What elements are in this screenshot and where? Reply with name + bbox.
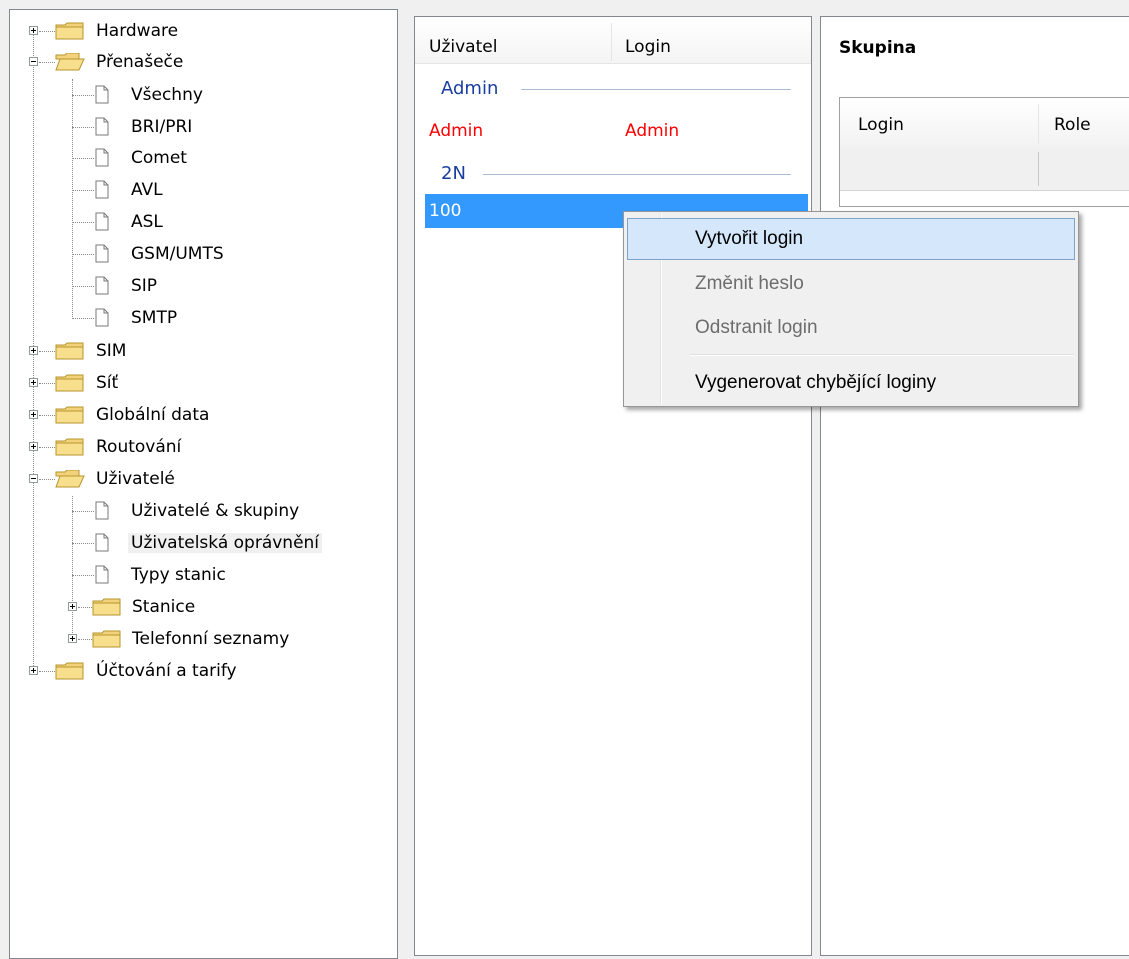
group-login-table[interactable]: Login Role <box>839 97 1129 207</box>
group-header-admin[interactable]: Admin <box>441 78 498 99</box>
tree-item-label: SMTP <box>131 308 178 328</box>
group-divider <box>521 89 791 90</box>
tree-item-sim[interactable]: SIM <box>10 338 390 369</box>
user-login: Admin <box>625 121 680 141</box>
tree-item-label: Uživatelé <box>96 469 175 489</box>
expand-plus-icon[interactable] <box>29 442 38 451</box>
tree-item-smtp[interactable]: SMTP <box>10 305 390 336</box>
expand-plus-icon[interactable] <box>29 26 38 35</box>
folder-icon <box>55 374 84 392</box>
tree-item-hardware[interactable]: Hardware <box>10 18 390 49</box>
tree-item-label: Globální data <box>96 405 210 425</box>
folder-open-icon <box>55 53 85 71</box>
group-table-header: Login Role <box>840 98 1129 149</box>
tree-item-label: Typy stanic <box>131 565 226 585</box>
page-icon <box>95 117 109 136</box>
group-header-2n[interactable]: 2N <box>441 163 466 184</box>
tree-item-label: Přenašeče <box>96 52 184 72</box>
page-icon <box>95 212 109 231</box>
menu-item-vygenerovat-chybejici-loginy[interactable]: Vygenerovat chybějící loginy <box>627 362 1075 404</box>
tree-item-stanice[interactable]: Stanice <box>10 594 390 625</box>
tree-item-routovani[interactable]: Routování <box>10 434 390 465</box>
expand-plus-icon[interactable] <box>29 666 38 675</box>
expand-plus-icon[interactable] <box>29 378 38 387</box>
page-icon <box>95 180 109 199</box>
tree-item-label: SIP <box>131 276 158 296</box>
menu-separator <box>690 354 1074 356</box>
page-icon <box>95 565 109 584</box>
tree-item-telefonni-seznamy[interactable]: Telefonní seznamy <box>10 626 390 657</box>
folder-icon <box>55 438 84 456</box>
tree-item-label: Uživatelé & skupiny <box>131 501 300 521</box>
tree-item-label: Hardware <box>96 21 179 41</box>
tree-item-sip[interactable]: SIP <box>10 273 390 304</box>
column-header-login[interactable]: Login <box>611 17 811 63</box>
tree-item-label: SIM <box>96 341 127 361</box>
menu-item-vytvorit-login[interactable]: Vytvořit login <box>627 218 1075 260</box>
tree-item-uctovani-a-tarify[interactable]: Účtování a tarify <box>10 658 390 689</box>
folder-open-icon <box>55 470 85 488</box>
expand-plus-icon[interactable] <box>29 346 38 355</box>
navigation-tree[interactable]: Hardware Přenašeče Všechny BRI/PRI Comet… <box>9 9 398 959</box>
tree-item-gsm-umts[interactable]: GSM/UMTS <box>10 241 390 272</box>
column-header-login[interactable]: Login <box>858 115 904 135</box>
user-name: Admin <box>429 121 484 141</box>
tree-item-label: GSM/UMTS <box>131 244 224 264</box>
menu-item-odstranit-login[interactable]: Odstranit login <box>627 307 1075 349</box>
tree-item-vsechny[interactable]: Všechny <box>10 82 390 113</box>
tree-item-uzivatele[interactable]: Uživatelé <box>10 466 390 497</box>
folder-icon <box>55 662 84 680</box>
tree-item-uzivatele-skupiny[interactable]: Uživatelé & skupiny <box>10 498 390 529</box>
group-panel-title: Skupina <box>839 38 917 58</box>
tree-item-comet[interactable]: Comet <box>10 145 390 176</box>
expand-plus-icon[interactable] <box>68 634 77 643</box>
tree-item-asl[interactable]: ASL <box>10 209 390 240</box>
tree-item-sit[interactable]: Síť <box>10 370 390 401</box>
user-name: 100 <box>429 201 462 221</box>
expand-plus-icon[interactable] <box>29 410 38 419</box>
tree-item-label: Routování <box>96 437 182 457</box>
page-icon <box>95 501 109 520</box>
tree-item-bri-pri[interactable]: BRI/PRI <box>10 114 390 145</box>
column-header-uzivatel[interactable]: Uživatel <box>415 17 611 63</box>
tree-item-globalni-data[interactable]: Globální data <box>10 402 390 433</box>
group-divider <box>483 174 791 175</box>
page-icon <box>95 533 109 552</box>
expand-plus-icon[interactable] <box>68 602 77 611</box>
folder-icon <box>55 342 84 360</box>
folder-icon <box>55 406 84 424</box>
tree-item-label: Comet <box>131 148 187 168</box>
page-icon <box>95 244 109 263</box>
tree-item-label: BRI/PRI <box>131 117 193 137</box>
group-panel: Skupina Login Role <box>820 16 1129 956</box>
tree-item-typy-stanic[interactable]: Typy stanic <box>10 562 390 593</box>
folder-icon <box>55 22 84 40</box>
tree-item-label: Síť <box>96 373 119 393</box>
page-icon <box>95 276 109 295</box>
tree-item-avl[interactable]: AVL <box>10 177 390 208</box>
tree-item-label: Stanice <box>132 597 196 617</box>
menu-item-zmenit-heslo[interactable]: Změnit heslo <box>627 263 1075 305</box>
tree-item-prenasece[interactable]: Přenašeče <box>10 49 390 80</box>
tree-item-label: AVL <box>131 180 163 200</box>
table-row[interactable] <box>840 148 1129 191</box>
users-list[interactable]: Uživatel Login Admin Admin Admin 2N <box>414 16 812 956</box>
column-header-role[interactable]: Role <box>1054 115 1091 135</box>
tree-item-label: Uživatelská oprávnění <box>128 533 323 553</box>
folder-icon <box>92 598 121 616</box>
tree-item-label: Účtování a tarify <box>96 661 237 681</box>
tree-item-label: Všechny <box>131 85 203 105</box>
tree-item-label: Telefonní seznamy <box>132 629 290 649</box>
page-icon <box>95 148 109 167</box>
folder-icon <box>92 630 121 648</box>
collapse-minus-icon[interactable] <box>29 474 38 483</box>
page-icon <box>95 308 109 327</box>
tree-item-uzivatelska-opravneni[interactable]: Uživatelská oprávnění <box>10 530 390 561</box>
users-list-header: Uživatel Login <box>415 17 811 64</box>
context-menu: Vytvořit login Změnit heslo Odstranit lo… <box>623 211 1079 407</box>
page-icon <box>95 85 109 104</box>
collapse-minus-icon[interactable] <box>29 57 38 66</box>
tree-item-label: ASL <box>131 212 163 232</box>
